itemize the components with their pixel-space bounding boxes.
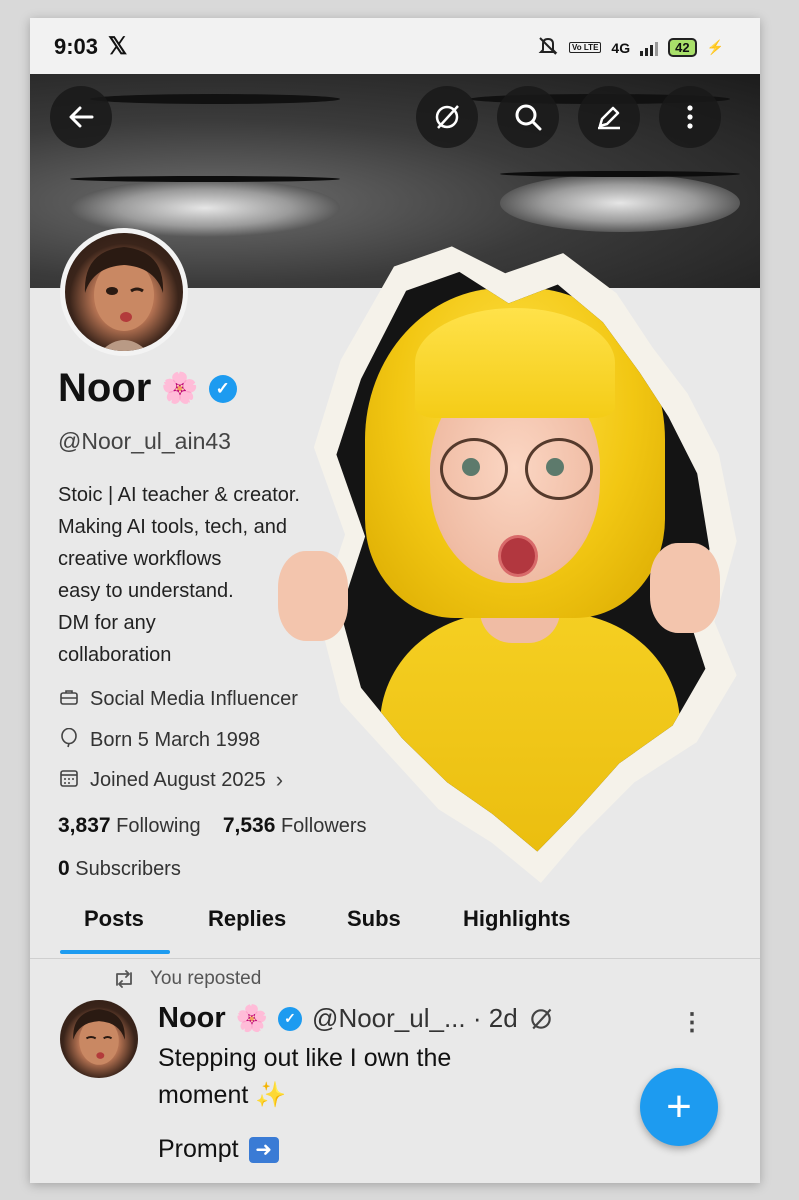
banner-eye-right [500,174,740,232]
post-more-icon[interactable]: ⋮ [680,1008,704,1037]
avatar-illustration [84,247,164,351]
subscribers-label: Subscribers [75,858,181,880]
search-icon [515,104,542,131]
profile-screen: 9:03 𝕏 Vo LTE 4G 42 ⚡ Noor 🌸 ✓ @Noor_ul_… [30,18,760,1183]
status-icons: Vo LTE 4G 42 ⚡ [537,36,724,59]
tab-subs[interactable]: Subs [347,906,401,932]
photo-eye-left [462,458,480,476]
battery-indicator: 42 [668,38,697,57]
banner-brow-left [90,94,340,104]
tab-label: Highlights [463,906,571,931]
photo-bangs [415,308,615,418]
tab-label: Subs [347,906,401,931]
back-button[interactable] [50,86,112,148]
more-vertical-icon [687,105,693,129]
tabs-divider [30,958,760,959]
followers-count: 7,536 [222,814,276,837]
subscribers-count: 0 [58,857,70,880]
photo-hand-right [650,543,720,633]
following-link[interactable]: 3,837 Following [58,814,201,837]
active-tab-indicator [60,950,170,954]
repost-label: You reposted [150,968,262,989]
photo-mouth [498,535,538,577]
bio-line: collaboration [58,644,172,666]
status-time: 9:03 [54,34,99,59]
volte-badge: Vo LTE [569,42,602,53]
post-text: Stepping out like I own the moment ✨ [158,1040,518,1114]
bolt-icon: ⚡ [706,39,724,55]
calendar-icon [58,769,80,792]
profile-name: Noor [58,366,152,410]
followers-label: Followers [280,815,367,837]
post-text-line: moment ✨ [158,1081,287,1109]
joined-label: Joined August 2025 [90,768,266,791]
following-count: 3,837 [58,814,111,837]
post-author-handle[interactable]: @Noor_ul_... · 2d [312,1003,518,1034]
back-arrow-icon [69,106,94,128]
search-button[interactable] [497,86,559,148]
post-author-name[interactable]: Noor [158,1002,226,1035]
verified-badge-icon[interactable]: ✓ [208,374,237,403]
tab-highlights[interactable]: Highlights [463,906,571,932]
post-avatar-illustration [73,1009,125,1065]
status-bar: 9:03 𝕏 Vo LTE 4G 42 ⚡ [30,18,760,74]
post-avatar[interactable] [60,1000,138,1078]
grok-button[interactable] [416,86,478,148]
birthday-label: Born 5 March 1998 [90,729,261,751]
photo-eye-right [546,458,564,476]
more-button[interactable] [659,86,721,148]
grok-icon [435,105,459,129]
signal-icon [640,40,659,56]
bio-line: creative workflows [58,548,222,570]
profile-joined[interactable]: Joined August 2025 › [58,767,283,793]
network-label: 4G [611,39,631,56]
tab-label: Replies [208,906,287,931]
flower-emoji: 🌸 [235,1003,269,1033]
banner-lash-left [70,176,340,182]
following-label: Following [116,815,201,837]
profile-category: Social Media Influencer [58,688,298,711]
profile-avatar[interactable] [60,228,188,356]
repost-indicator: You reposted [112,968,261,990]
tab-posts[interactable]: Posts [84,906,144,932]
bio-line: DM for any [58,612,156,634]
edit-icon [598,106,620,130]
followers-link[interactable]: 7,536 Followers [222,814,367,837]
profile-name-row: Noor 🌸 ✓ [58,366,237,411]
prompt-label: Prompt [158,1135,239,1163]
profile-tabs: Posts Replies Subs Highlights [60,906,730,956]
tab-replies[interactable]: Replies [208,906,286,932]
flower-emoji: 🌸 [161,372,199,405]
tab-label: Posts [84,906,144,931]
banner-lash-right [500,171,740,177]
photo-shirt [380,613,680,852]
balloon-icon [58,727,80,753]
bio-line: Stoic | AI teacher & creator. [58,484,300,506]
category-label: Social Media Influencer [90,688,298,710]
post-prompt: Prompt ➜ [158,1135,279,1164]
verified-badge-icon[interactable]: ✓ [278,1006,303,1031]
profile-handle: @Noor_ul_ain43 [58,428,231,454]
x-logo-icon: 𝕏 [108,33,128,60]
subscribers-link[interactable]: 0 Subscribers [58,857,181,881]
post-header: Noor 🌸 ✓ @Noor_ul_... · 2d [158,1002,554,1035]
profile-bio: Stoic | AI teacher & creator. Making AI … [58,479,328,671]
mute-icon [537,36,559,59]
bio-line: Making AI tools, tech, and [58,516,288,538]
right-arrow-icon: ➜ [248,1136,279,1163]
bio-line: easy to understand. [58,580,234,602]
edit-button[interactable] [578,86,640,148]
compose-fab[interactable]: + [640,1068,718,1146]
repost-icon [116,970,132,988]
profile-birthday: Born 5 March 1998 [58,727,261,753]
chevron-right-icon: › [275,767,284,792]
grok-icon[interactable] [528,1006,554,1032]
follow-stats: 3,837 Following 7,536 Followers [58,814,367,838]
post-text-line: Stepping out like I own the [158,1044,452,1072]
briefcase-icon [58,688,80,711]
